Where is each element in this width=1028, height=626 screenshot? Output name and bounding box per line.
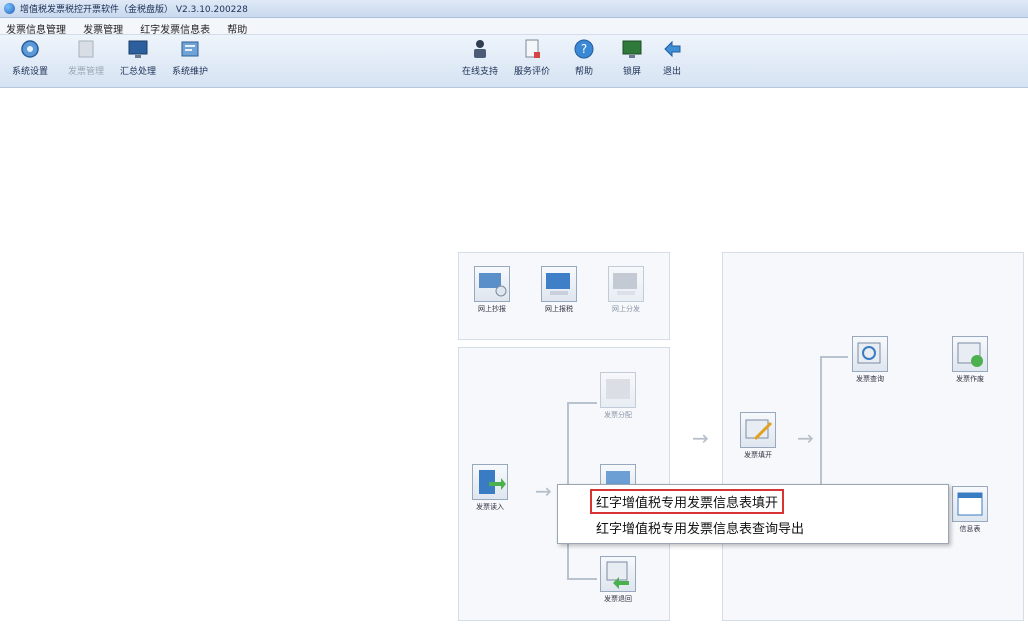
system-maintenance-label: 系统维护 (171, 67, 208, 77)
monitor-distribute-icon (613, 273, 637, 295)
red-invoice-info-query-export-item[interactable]: 红字增值税专用发票信息表查询导出 (596, 518, 804, 537)
invoice-return-button[interactable]: 发票退回 (599, 556, 637, 604)
invoice-return-label: 发票退回 (604, 595, 632, 603)
info-table-button[interactable]: 信息表 (951, 486, 989, 534)
online-support-label: 在线支持 (461, 67, 498, 77)
read-in-icon (479, 470, 506, 494)
flow-branch-bottom (567, 578, 597, 580)
toolbar: 系统设置 发票管理 汇总处理 系统维护 在线支持 服务评价 ? 帮助 锁屏 退出 (0, 35, 1028, 88)
help-icon: ? (574, 39, 594, 59)
exit-label: 退出 (662, 67, 681, 77)
invoice-read-in-label: 发票读入 (476, 503, 504, 511)
online-distribute-label: 网上分发 (612, 305, 640, 313)
invoice-void-icon (957, 342, 983, 367)
exit-icon (664, 40, 681, 58)
invoice-void-label: 发票作废 (956, 375, 984, 383)
online-tax-report-label: 网上报税 (545, 305, 573, 313)
help-label: 帮助 (574, 67, 593, 77)
invoice-query-label: 发票查询 (856, 375, 884, 383)
app-icon (4, 3, 15, 14)
invoice-fill-button[interactable]: 发票填开 (739, 412, 777, 460)
system-settings-button[interactable]: 系统设置 (10, 38, 50, 77)
invoice-split-button[interactable]: 发票分配 (599, 372, 637, 420)
lock-screen-button[interactable]: 锁屏 (612, 38, 652, 77)
summary-button[interactable]: 汇总处理 (118, 38, 158, 77)
system-maintenance-button[interactable]: 系统维护 (170, 38, 210, 77)
lock-screen-icon (622, 40, 642, 58)
exit-button[interactable]: 退出 (652, 38, 692, 77)
summary-label: 汇总处理 (119, 67, 156, 77)
flow-branch-top (567, 402, 597, 404)
right-branch-top (820, 356, 848, 358)
title-bar: 增值税发票税控开票软件（金税盘版） V2.3.10.200228 (0, 0, 1028, 18)
invoice-fill-icon (745, 419, 773, 441)
system-settings-label: 系统设置 (11, 67, 48, 77)
right-branch-line (820, 356, 822, 496)
table-icon (957, 492, 983, 516)
lock-screen-label: 锁屏 (622, 67, 641, 77)
read-in-arrow: → (535, 479, 552, 503)
online-copy-tax-button[interactable]: 网上抄报 (473, 266, 511, 314)
menu-bar: 发票信息管理 发票管理 红字发票信息表 帮助 (0, 18, 1028, 36)
flow-arrow-2: → (797, 426, 814, 450)
monitor-upload-icon (479, 273, 507, 297)
red-invoice-info-fill-item[interactable]: 红字增值税专用发票信息表填开 (590, 489, 785, 514)
monitor-icon (128, 40, 148, 58)
maintenance-icon (181, 41, 199, 57)
service-rating-button[interactable]: 服务评价 (512, 38, 552, 77)
invoice-split-icon (606, 379, 630, 399)
invoice-manage-button[interactable]: 发票管理 (66, 38, 106, 77)
invoice-void-button[interactable]: 发票作废 (951, 336, 989, 384)
svg-text:?: ? (581, 42, 587, 56)
window-title: 增值税发票税控开票软件（金税盘版） V2.3.10.200228 (20, 5, 248, 15)
invoice-fill-label: 发票填开 (744, 451, 772, 459)
help-button[interactable]: ? 帮助 (564, 38, 604, 77)
invoice-return-icon (606, 561, 629, 589)
flow-arrow-1: → (692, 426, 709, 450)
service-rating-label: 服务评价 (513, 67, 550, 77)
invoice-icon (78, 40, 94, 58)
online-tax-report-button[interactable]: 网上报税 (540, 266, 578, 314)
invoice-split-label: 发票分配 (604, 411, 632, 419)
invoice-query-icon (857, 342, 881, 364)
monitor-report-icon (546, 273, 570, 295)
context-menu: 红字增值税专用发票信息表填开 红字增值税专用发票信息表查询导出 (557, 484, 949, 544)
document-icon (525, 39, 540, 58)
invoice-read-in-button[interactable]: 发票读入 (471, 464, 509, 512)
info-table-label: 信息表 (959, 525, 981, 533)
online-copy-tax-label: 网上抄报 (478, 305, 506, 313)
gear-icon (21, 40, 39, 58)
person-icon (474, 40, 486, 58)
online-support-button[interactable]: 在线支持 (460, 38, 500, 77)
invoice-query-button[interactable]: 发票查询 (851, 336, 889, 384)
invoice-manage-label: 发票管理 (67, 67, 104, 77)
online-distribute-button[interactable]: 网上分发 (607, 266, 645, 314)
